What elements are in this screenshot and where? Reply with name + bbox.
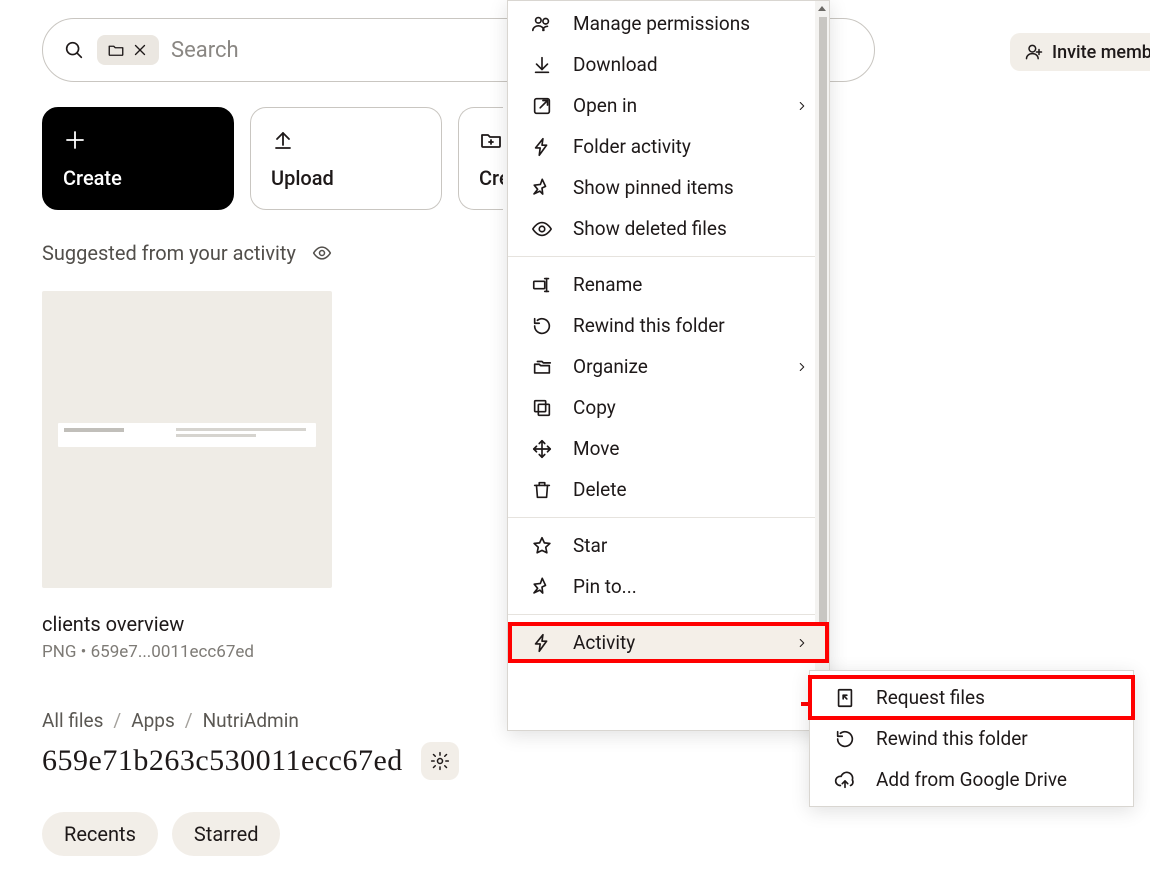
chevron-right-icon <box>795 636 809 650</box>
folder-icon <box>107 41 125 59</box>
breadcrumb-item[interactable]: Apps <box>131 709 175 732</box>
folders-icon <box>531 356 553 378</box>
rename-icon <box>531 274 553 296</box>
menu-organize[interactable]: Organize <box>508 346 829 387</box>
search-placeholder: Search <box>171 38 239 63</box>
download-icon <box>531 54 553 76</box>
filter-pills: Recents Starred <box>42 812 280 856</box>
actions-row: Create Upload Create folder <box>42 107 503 210</box>
search-folder-chip[interactable] <box>97 35 159 65</box>
menu-show-deleted[interactable]: Show deleted files <box>508 208 829 249</box>
invite-members-button[interactable]: Invite members <box>1010 33 1150 71</box>
menu-manage-permissions[interactable]: Manage permissions <box>508 3 829 44</box>
trash-icon <box>531 479 553 501</box>
gear-icon <box>430 751 450 771</box>
move-icon <box>531 438 553 460</box>
chevron-right-icon <box>795 99 809 113</box>
rewind-icon <box>531 315 553 337</box>
invite-icon <box>1024 42 1044 62</box>
upload-icon <box>271 128 295 152</box>
eye-icon[interactable] <box>310 243 334 263</box>
menu-pin-to[interactable]: Pin to... <box>508 566 829 607</box>
close-icon[interactable] <box>131 41 149 59</box>
create-button[interactable]: Create <box>42 107 234 210</box>
menu-move[interactable]: Move <box>508 428 829 469</box>
activity-submenu: Request files Rewind this folder Add fro… <box>809 670 1134 807</box>
create-folder-label: Create folder <box>479 166 503 190</box>
cloud-upload-icon <box>834 769 856 791</box>
eye-icon <box>531 218 553 240</box>
upload-button[interactable]: Upload <box>250 107 442 210</box>
rewind-icon <box>834 728 856 750</box>
file-meta: PNG • 659e7...0011ecc67ed <box>42 642 344 662</box>
create-folder-button[interactable]: Create folder <box>458 107 503 210</box>
file-thumbnail <box>42 291 332 588</box>
star-icon <box>531 535 553 557</box>
file-title: clients overview <box>42 612 344 636</box>
menu-open-in[interactable]: Open in <box>508 85 829 126</box>
folder-title: 659e71b263c530011ecc67ed <box>42 744 403 778</box>
create-label: Create <box>63 166 233 190</box>
pill-recents[interactable]: Recents <box>42 812 158 856</box>
copy-icon <box>531 397 553 419</box>
context-menu: Manage permissions Download Open in Fold… <box>507 0 830 731</box>
suggested-file-card[interactable]: clients overview PNG • 659e7...0011ecc67… <box>42 291 344 662</box>
menu-delete[interactable]: Delete <box>508 469 829 510</box>
menu-activity[interactable]: Activity <box>508 622 829 663</box>
menu-rename[interactable]: Rename <box>508 264 829 305</box>
breadcrumb-item[interactable]: All files <box>42 709 103 732</box>
submenu-request-files[interactable]: Request files <box>810 677 1133 718</box>
lightning-icon <box>531 632 553 654</box>
upload-label: Upload <box>271 166 441 190</box>
search-icon <box>63 39 85 61</box>
menu-copy[interactable]: Copy <box>508 387 829 428</box>
menu-folder-activity[interactable]: Folder activity <box>508 126 829 167</box>
plus-icon <box>63 128 87 152</box>
suggested-heading: Suggested from your activity <box>42 241 334 265</box>
pin-icon <box>531 576 553 598</box>
folder-title-row: 659e71b263c530011ecc67ed <box>42 742 459 780</box>
invite-label: Invite members <box>1052 42 1150 63</box>
pill-starred[interactable]: Starred <box>172 812 281 856</box>
people-icon <box>531 13 553 35</box>
menu-download[interactable]: Download <box>508 44 829 85</box>
request-files-icon <box>834 687 856 709</box>
menu-rewind[interactable]: Rewind this folder <box>508 305 829 346</box>
submenu-rewind[interactable]: Rewind this folder <box>810 718 1133 759</box>
menu-star[interactable]: Star <box>508 525 829 566</box>
menu-show-pinned[interactable]: Show pinned items <box>508 167 829 208</box>
pin-icon <box>531 177 553 199</box>
open-external-icon <box>531 95 553 117</box>
chevron-right-icon <box>795 360 809 374</box>
folder-settings-button[interactable] <box>421 742 459 780</box>
breadcrumb-item[interactable]: NutriAdmin <box>203 709 299 732</box>
lightning-icon <box>531 136 553 158</box>
breadcrumb: All files / Apps / NutriAdmin <box>42 709 299 732</box>
submenu-add-gdrive[interactable]: Add from Google Drive <box>810 759 1133 800</box>
folder-plus-icon <box>479 128 503 152</box>
suggested-label: Suggested from your activity <box>42 241 296 265</box>
